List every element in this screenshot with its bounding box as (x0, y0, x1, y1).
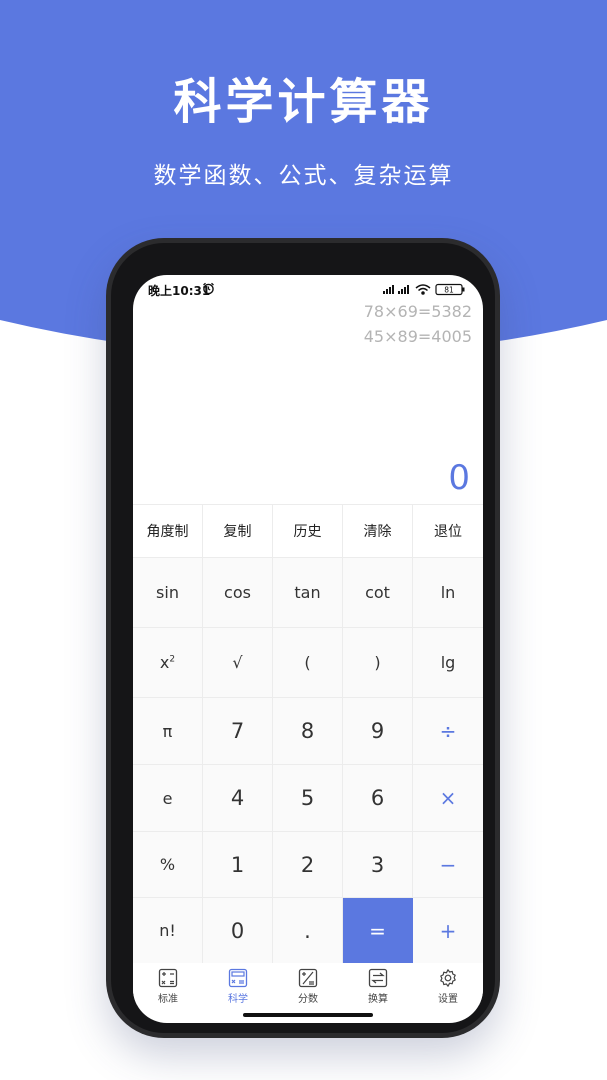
digit-0-key[interactable]: 0 (203, 898, 273, 964)
tab-scientific-label: 科学 (228, 994, 248, 1005)
e-key[interactable]: e (133, 765, 203, 832)
decimal-point-key[interactable]: . (273, 898, 343, 964)
digit-8-key[interactable]: 8 (273, 698, 343, 765)
tab-scientific[interactable]: 科学 (203, 963, 273, 1005)
digit-1-key[interactable]: 1 (203, 832, 273, 898)
history-button[interactable]: 历史 (273, 505, 343, 558)
app-screen: 晚上10:31 81 78×69=5382 45×89=4005 0 角度制 复… (133, 275, 483, 1023)
tab-fraction-label: 分数 (298, 994, 318, 1005)
digit-6-key[interactable]: 6 (343, 765, 413, 832)
percent-key[interactable]: % (133, 832, 203, 898)
history-entry: 78×69=5382 (363, 302, 472, 321)
signal-icon (383, 285, 394, 294)
lg-key[interactable]: lg (413, 628, 483, 698)
multiply-key[interactable]: × (413, 765, 483, 832)
angle-mode-button[interactable]: 角度制 (133, 505, 203, 558)
ln-key[interactable]: ln (413, 558, 483, 628)
status-time: 晚上10:31 (148, 284, 211, 298)
sin-key[interactable]: sin (133, 558, 203, 628)
home-indicator (243, 1013, 373, 1017)
phone-bezel: 晚上10:31 81 78×69=5382 45×89=4005 0 角度制 复… (111, 243, 495, 1033)
square-key-label: x2 (159, 653, 176, 672)
digit-3-key[interactable]: 3 (343, 832, 413, 898)
copy-button[interactable]: 复制 (203, 505, 273, 558)
divide-key[interactable]: ÷ (413, 698, 483, 765)
status-icons: 81 (383, 283, 465, 296)
wifi-icon (415, 284, 431, 295)
settings-icon (440, 969, 456, 987)
pi-key[interactable]: π (133, 698, 203, 765)
digit-9-key[interactable]: 9 (343, 698, 413, 765)
backspace-button[interactable]: 退位 (413, 505, 483, 558)
keypad: 角度制 复制 历史 清除 退位 sin cos tan cot ln x2 √ … (133, 504, 483, 964)
clear-button[interactable]: 清除 (343, 505, 413, 558)
history-entry: 45×89=4005 (363, 327, 472, 346)
add-key[interactable]: + (413, 898, 483, 964)
result-display: 0 (448, 458, 470, 498)
tab-settings-label: 设置 (438, 994, 458, 1005)
subtract-key[interactable]: − (413, 832, 483, 898)
scientific-calc-icon (228, 968, 248, 988)
sqrt-key[interactable]: √ (203, 628, 273, 698)
square-key[interactable]: x2 (133, 628, 203, 698)
close-paren-key[interactable]: ) (343, 628, 413, 698)
tab-settings[interactable]: 设置 (413, 963, 483, 1005)
cos-key[interactable]: cos (203, 558, 273, 628)
tab-standard[interactable]: 标准 (133, 963, 203, 1005)
status-bar: 晚上10:31 81 (133, 275, 483, 305)
digit-2-key[interactable]: 2 (273, 832, 343, 898)
fraction-icon (298, 968, 318, 988)
tan-key[interactable]: tan (273, 558, 343, 628)
promo-title: 科学计算器 (173, 74, 434, 130)
battery-level: 81 (444, 286, 454, 295)
digit-5-key[interactable]: 5 (273, 765, 343, 832)
phone-frame: 晚上10:31 81 78×69=5382 45×89=4005 0 角度制 复… (106, 238, 500, 1038)
tab-standard-label: 标准 (158, 994, 178, 1005)
bottom-tabbar: 标准 科学 分数 换算 设置 (133, 963, 483, 1005)
battery-icon: 81 (435, 283, 465, 296)
open-paren-key[interactable]: ( (273, 628, 343, 698)
signal-icon (398, 285, 409, 294)
standard-calc-icon (158, 968, 178, 988)
factorial-key[interactable]: n! (133, 898, 203, 964)
alarm-icon (203, 282, 214, 295)
tab-convert[interactable]: 换算 (343, 963, 413, 1005)
digit-4-key[interactable]: 4 (203, 765, 273, 832)
promo-subtitle: 数学函数、公式、复杂运算 (153, 163, 454, 189)
cot-key[interactable]: cot (343, 558, 413, 628)
tab-convert-label: 换算 (368, 994, 388, 1005)
equals-key[interactable]: = (343, 898, 413, 964)
digit-7-key[interactable]: 7 (203, 698, 273, 765)
convert-icon (368, 968, 388, 988)
tab-fraction[interactable]: 分数 (273, 963, 343, 1005)
